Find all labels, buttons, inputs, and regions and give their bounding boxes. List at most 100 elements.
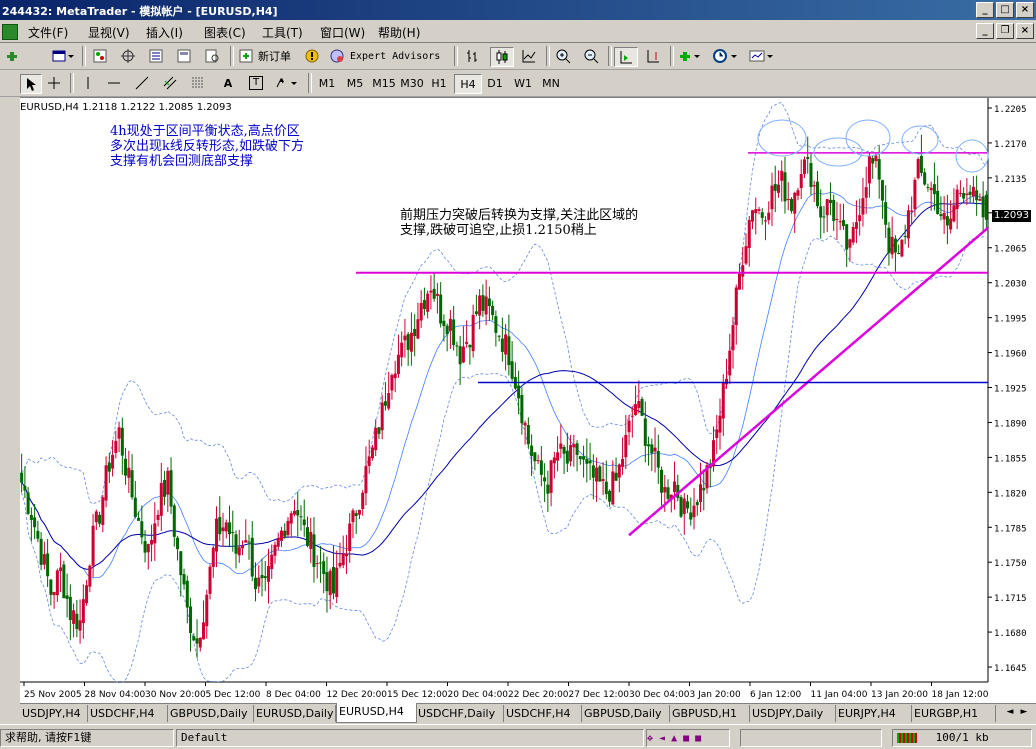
candle-body bbox=[565, 450, 569, 464]
new-chart-icon[interactable] bbox=[2, 47, 22, 65]
chart-tab[interactable]: USDCHF,H4 bbox=[504, 705, 582, 722]
annotation-box-right: 前期压力突破后转换为支撑,关注此区域的 支撑,跌破可追空,止损1.2150稍上 bbox=[398, 206, 700, 242]
menu-bar: 文件(F) 显视(V) 插入(I) 图表(C) 工具(T) 窗口(W) 帮助(H… bbox=[0, 20, 1036, 43]
tf-mn[interactable]: MN bbox=[538, 74, 564, 92]
close-button[interactable]: × bbox=[1016, 2, 1034, 18]
menu-tools[interactable]: 工具(T) bbox=[262, 24, 303, 41]
cursor-icon[interactable] bbox=[20, 74, 42, 94]
menu-insert[interactable]: 插入(I) bbox=[146, 24, 183, 41]
zoom-in-icon[interactable] bbox=[552, 47, 574, 65]
text-label-icon[interactable]: T bbox=[246, 74, 266, 92]
candle-body bbox=[387, 393, 391, 409]
market-watch-icon[interactable] bbox=[90, 47, 110, 65]
candle-body bbox=[510, 361, 514, 379]
menu-view[interactable]: 显视(V) bbox=[88, 24, 130, 41]
candle-body bbox=[971, 186, 975, 197]
terminal-icon[interactable] bbox=[174, 47, 194, 65]
chart-tab[interactable]: GBPUSD,Daily bbox=[168, 705, 254, 722]
x-tick-label: 20 Dec 04:00 bbox=[448, 690, 509, 700]
chart-tab[interactable]: GBPUSD,Daily bbox=[582, 705, 670, 722]
candle-body bbox=[647, 444, 651, 447]
minimize-button[interactable]: _ bbox=[976, 2, 994, 18]
zoom-out-icon[interactable] bbox=[580, 47, 602, 65]
chart-window[interactable]: 1.22051.21701.21351.21001.20651.20301.19… bbox=[20, 97, 1036, 704]
vertical-line-icon[interactable] bbox=[78, 74, 98, 92]
crosshair-tool-icon[interactable] bbox=[44, 74, 64, 92]
y-tick-label: 1.1680 bbox=[994, 629, 1027, 639]
candle-body bbox=[867, 156, 871, 184]
new-order-button[interactable]: 新订单 bbox=[238, 47, 300, 65]
candle-body bbox=[166, 470, 170, 495]
tab-scroll-left[interactable]: ◄ bbox=[1004, 707, 1016, 719]
chart-tab[interactable]: EURJPY,H4 bbox=[836, 705, 912, 722]
maximize-button[interactable]: □ bbox=[996, 2, 1014, 18]
chart-tab[interactable]: USDJPY,H4 bbox=[20, 705, 88, 722]
text-tool-icon[interactable]: A bbox=[218, 74, 238, 92]
candle-body bbox=[250, 537, 254, 577]
tf-m1[interactable]: M1 bbox=[314, 74, 340, 92]
candle-body bbox=[718, 415, 722, 433]
menu-charts[interactable]: 图表(C) bbox=[204, 24, 246, 41]
candle-body bbox=[416, 319, 420, 339]
y-tick-label: 1.1645 bbox=[994, 664, 1027, 674]
expert-advisors-button[interactable]: Expert Advisors bbox=[328, 47, 448, 65]
tf-h4[interactable]: H4 bbox=[454, 74, 482, 94]
tf-m5[interactable]: M5 bbox=[342, 74, 368, 92]
tab-scroll-right[interactable]: ► bbox=[1018, 707, 1030, 719]
tf-m30[interactable]: M30 bbox=[398, 74, 426, 92]
crosshair-icon[interactable] bbox=[118, 47, 138, 65]
app-icon[interactable] bbox=[2, 24, 18, 40]
profiles-icon[interactable] bbox=[50, 47, 76, 65]
candle-body bbox=[445, 325, 449, 335]
menu-help[interactable]: 帮助(H) bbox=[378, 24, 420, 41]
child-close-button[interactable]: × bbox=[1016, 23, 1034, 39]
candle-body bbox=[825, 199, 829, 216]
chart-tab[interactable]: EURGBP,H1 bbox=[912, 705, 996, 722]
candle-body bbox=[322, 561, 326, 574]
chart-tab[interactable]: USDCHF,Daily bbox=[416, 705, 504, 722]
candle-body bbox=[640, 398, 644, 416]
chart-tab[interactable]: USDJPY,Daily bbox=[750, 705, 836, 722]
arrows-icon[interactable] bbox=[272, 74, 302, 92]
candle-body bbox=[104, 465, 108, 501]
tf-h1[interactable]: H1 bbox=[426, 74, 452, 92]
horizontal-line-icon[interactable] bbox=[104, 74, 124, 92]
bar-chart-icon[interactable] bbox=[462, 47, 484, 65]
periods-icon[interactable] bbox=[710, 47, 742, 65]
warning-icon[interactable] bbox=[302, 47, 322, 65]
menu-window[interactable]: 窗口(W) bbox=[320, 24, 365, 41]
tester-icon[interactable] bbox=[202, 47, 222, 65]
child-minimize-button[interactable]: _ bbox=[976, 23, 994, 39]
indicators-icon[interactable] bbox=[676, 47, 706, 65]
fibonacci-icon[interactable] bbox=[188, 74, 208, 92]
reversal-highlight-ellipse bbox=[845, 119, 891, 157]
drawing-toolbar: A T M1 M5 M15 M30 H1 H4 D1 W1 MN bbox=[0, 70, 1036, 97]
menu-file[interactable]: 文件(F) bbox=[28, 24, 68, 41]
chart-tab[interactable]: EURUSD,Daily bbox=[254, 705, 336, 722]
tf-m15[interactable]: M15 bbox=[370, 74, 398, 92]
tf-w1[interactable]: W1 bbox=[510, 74, 536, 92]
chart-shift-icon[interactable] bbox=[642, 47, 664, 65]
chart-tab[interactable]: EURUSD,H4 bbox=[336, 703, 417, 723]
auto-scroll-icon[interactable] bbox=[614, 47, 638, 67]
tf-d1[interactable]: D1 bbox=[482, 74, 508, 92]
candle-body bbox=[26, 492, 30, 514]
child-restore-button[interactable]: ❐ bbox=[996, 23, 1014, 39]
candle-body bbox=[36, 530, 40, 539]
chart-tab[interactable]: GBPUSD,H1 bbox=[670, 705, 750, 722]
candle-body bbox=[78, 620, 82, 631]
chart-tab[interactable]: USDCHF,H4 bbox=[88, 705, 168, 722]
channel-icon[interactable] bbox=[160, 74, 180, 92]
candle-body bbox=[936, 190, 940, 215]
x-tick-label: 3 Jan 20:00 bbox=[690, 690, 742, 700]
navigator-icon[interactable] bbox=[146, 47, 166, 65]
candlestick-icon[interactable] bbox=[490, 47, 514, 67]
line-chart-icon[interactable] bbox=[518, 47, 540, 65]
y-tick-label: 1.1890 bbox=[994, 419, 1027, 429]
candle-body bbox=[695, 501, 699, 506]
candle-body bbox=[692, 505, 696, 518]
trendline-icon[interactable] bbox=[132, 74, 152, 92]
window-controls: _ □ × bbox=[976, 2, 1034, 18]
candle-body bbox=[312, 534, 316, 567]
templates-icon[interactable] bbox=[746, 47, 778, 65]
